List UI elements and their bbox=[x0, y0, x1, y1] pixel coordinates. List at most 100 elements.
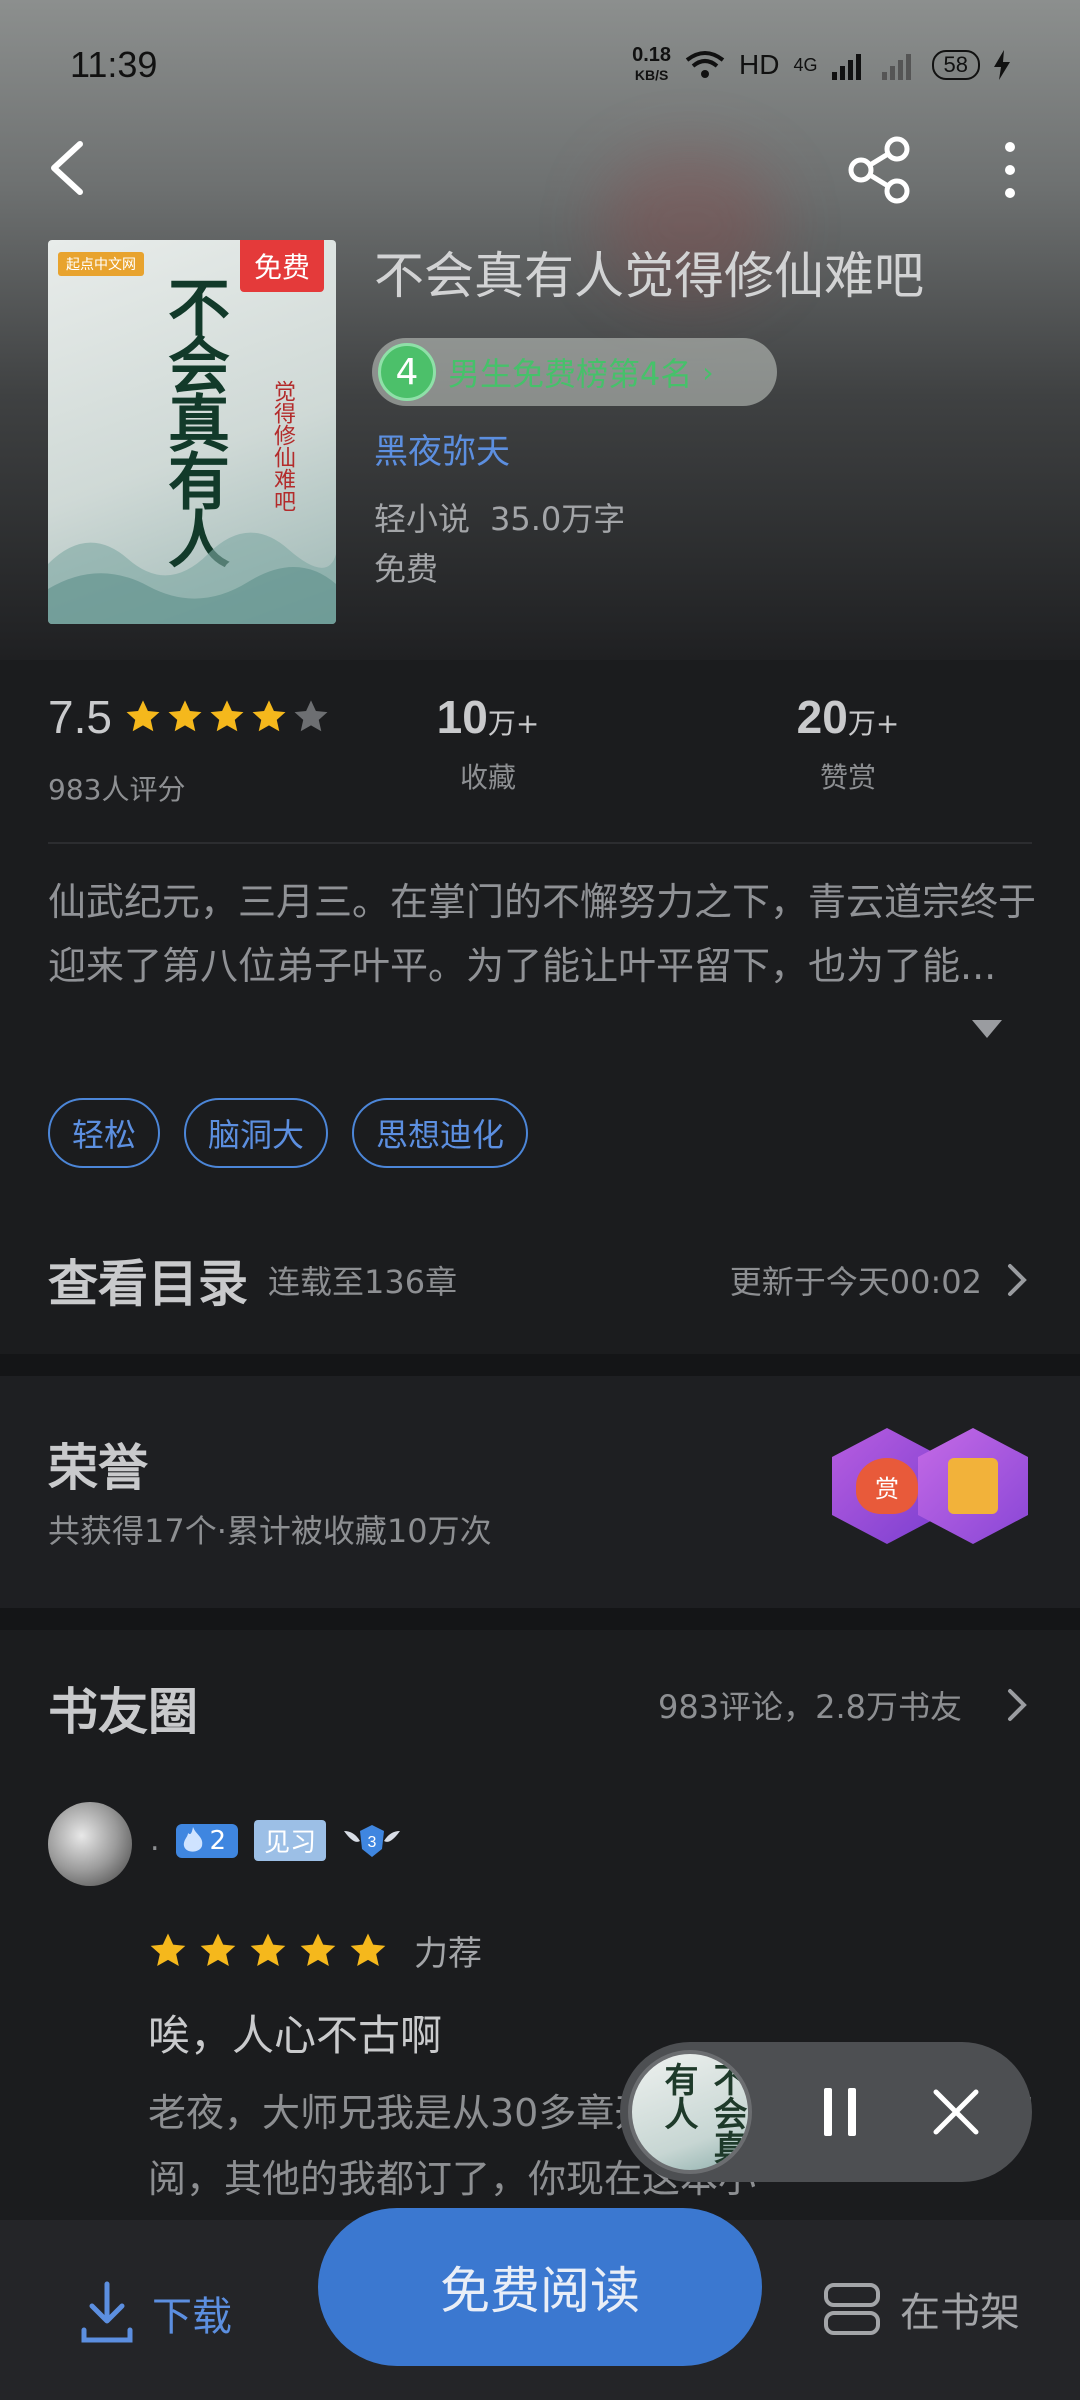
charging-icon bbox=[994, 50, 1010, 80]
honor-section[interactable]: 荣誉 共获得17个·累计被收藏10万次 赏 bbox=[0, 1376, 1080, 1608]
star-icon bbox=[350, 1933, 386, 1966]
fan-level-badge: 2 bbox=[175, 1823, 239, 1858]
rank-number: 4 bbox=[378, 343, 436, 401]
honor-badge-ticket-icon bbox=[918, 1428, 1028, 1544]
tag-list: 轻松 脑洞大 思想迪化 bbox=[48, 1098, 529, 1168]
star-icon bbox=[252, 700, 286, 732]
star-icon bbox=[126, 700, 160, 732]
book-meta: 轻小说 35.0万字 bbox=[374, 494, 625, 540]
network-speed-value: 0.18 bbox=[632, 44, 672, 66]
download-button[interactable]: 下载 bbox=[80, 2280, 232, 2346]
catalog-update-time: 更新于今天00:02 bbox=[729, 1263, 982, 1301]
flame-icon bbox=[183, 1826, 202, 1852]
reward-bag-icon: 赏 bbox=[856, 1458, 918, 1514]
cover-wave-art bbox=[48, 532, 336, 624]
review-rating: 力荐 bbox=[148, 1926, 482, 1975]
expand-down-icon[interactable] bbox=[972, 1020, 1002, 1040]
rating-stars bbox=[124, 698, 330, 736]
ticket-icon bbox=[948, 1458, 998, 1514]
chevron-right-icon bbox=[1008, 1264, 1027, 1296]
star-icon bbox=[210, 700, 244, 732]
book-category: 轻小说 bbox=[374, 500, 471, 538]
star-icon bbox=[200, 1933, 236, 1966]
close-icon[interactable] bbox=[932, 2088, 980, 2136]
book-cover[interactable]: 起点中文网 免费 不会真有人 觉得修仙难吧 bbox=[48, 240, 336, 624]
battery-indicator: 58 bbox=[931, 50, 980, 80]
chevron-right-icon: › bbox=[702, 355, 714, 389]
rating-count: 983人评分 bbox=[48, 773, 186, 806]
book-price: 免费 bbox=[374, 550, 439, 588]
signal-icon bbox=[831, 54, 861, 80]
share-icon[interactable] bbox=[845, 135, 915, 205]
level-label-badge: 见习 bbox=[254, 1820, 327, 1861]
section-separator bbox=[0, 1608, 1080, 1630]
network-speed: 0.18 KB/S bbox=[632, 45, 671, 85]
back-icon[interactable] bbox=[40, 138, 100, 198]
audio-thumbnail-title: 不会真有人 bbox=[658, 2062, 747, 2164]
synopsis-text[interactable]: 仙武纪元，三月三。在掌门的不懈努力之下，青云道宗终于迎来了第八位弟子叶平。为了能… bbox=[48, 870, 1038, 998]
collect-label: 收藏 bbox=[459, 761, 516, 794]
bookshelf-label: 在书架 bbox=[900, 2290, 1020, 2336]
avatar[interactable] bbox=[48, 1802, 132, 1886]
rating-value[interactable]: 7.5 bbox=[48, 690, 112, 744]
collect-number: 10 bbox=[436, 691, 488, 743]
catalog-row[interactable]: 查看目录 连载至136章 更新于今天00:02 bbox=[48, 1245, 1032, 1315]
collect-stat: 10万+ 收藏 bbox=[388, 690, 588, 796]
book-word-count: 35.0万字 bbox=[490, 500, 626, 538]
star-icon bbox=[150, 1933, 186, 1966]
book-circle-meta-text: 983评论，2.8万书友 bbox=[658, 1688, 962, 1726]
download-label: 下载 bbox=[152, 2294, 232, 2340]
section-separator bbox=[0, 1354, 1080, 1376]
network-speed-unit: KB/S bbox=[634, 67, 669, 83]
book-circle-meta[interactable]: 983评论，2.8万书友 bbox=[658, 1682, 1032, 1728]
more-options-icon[interactable] bbox=[990, 135, 1030, 205]
bookshelf-icon bbox=[824, 2283, 880, 2335]
review-stars bbox=[148, 1931, 388, 1971]
honor-title: 荣誉 bbox=[48, 1438, 148, 1497]
reward-stat[interactable]: 20万+ 赞赏 bbox=[748, 690, 948, 796]
floating-audio-player[interactable]: 不会真有人 bbox=[620, 2042, 1032, 2182]
cover-brand: 起点中文网 bbox=[58, 252, 144, 276]
status-time: 11:39 bbox=[70, 44, 158, 85]
pause-icon[interactable] bbox=[818, 2086, 862, 2138]
fan-level-number: 2 bbox=[209, 1825, 227, 1856]
star-icon bbox=[250, 1933, 286, 1966]
review-rating-label: 力荐 bbox=[414, 1934, 482, 1974]
book-title: 不会真有人觉得修仙难吧 bbox=[374, 247, 924, 305]
cover-subtitle: 觉得修仙难吧 bbox=[270, 380, 295, 512]
status-bar: 11:39 0.18 KB/S HD 4G 58 bbox=[0, 0, 1080, 130]
download-icon bbox=[81, 2281, 133, 2343]
top-navigation bbox=[0, 130, 1080, 210]
user-badges: . 2 见习 3 bbox=[150, 1820, 402, 1861]
signal-icon-secondary bbox=[881, 54, 911, 80]
bookshelf-button[interactable]: 在书架 bbox=[822, 2280, 1020, 2338]
star-icon bbox=[294, 700, 328, 732]
star-icon bbox=[300, 1933, 336, 1966]
reward-label: 赞赏 bbox=[819, 761, 876, 794]
tag-item[interactable]: 思想迪化 bbox=[352, 1098, 529, 1168]
username[interactable]: . bbox=[150, 1823, 160, 1858]
chevron-right-icon bbox=[1008, 1689, 1027, 1721]
author-link[interactable]: 黑夜弥天 bbox=[374, 424, 510, 473]
review-title[interactable]: 唉，人心不古啊 bbox=[148, 2002, 442, 2063]
reward-number: 20 bbox=[796, 691, 848, 743]
wifi-icon bbox=[685, 51, 725, 78]
honor-description: 共获得17个·累计被收藏10万次 bbox=[48, 1512, 492, 1550]
audio-thumbnail[interactable]: 不会真有人 bbox=[628, 2050, 752, 2174]
stats-row: 7.5 983人评分 10万+ 收藏 20万+ 赞赏 bbox=[48, 690, 1032, 810]
tag-item[interactable]: 脑洞大 bbox=[184, 1098, 329, 1168]
free-read-button[interactable]: 免费阅读 bbox=[318, 2208, 762, 2366]
divider bbox=[48, 842, 1032, 844]
reward-unit: 万+ bbox=[847, 707, 900, 740]
status-icons: 0.18 KB/S HD 4G 58 bbox=[632, 45, 1010, 85]
catalog-status: 连载至136章 bbox=[268, 1263, 458, 1301]
shield-level-number: 3 bbox=[368, 1834, 377, 1851]
book-circle-title: 书友圈 bbox=[48, 1682, 198, 1741]
tag-item[interactable]: 轻松 bbox=[48, 1098, 161, 1168]
shield-wings-icon: 3 bbox=[344, 1824, 401, 1857]
star-icon bbox=[168, 700, 202, 732]
collect-unit: 万+ bbox=[487, 707, 540, 740]
free-badge: 免费 bbox=[239, 240, 324, 292]
rank-chip[interactable]: 4 男生免费榜第4名 › bbox=[372, 338, 777, 406]
hd-indicator: HD bbox=[739, 49, 780, 80]
